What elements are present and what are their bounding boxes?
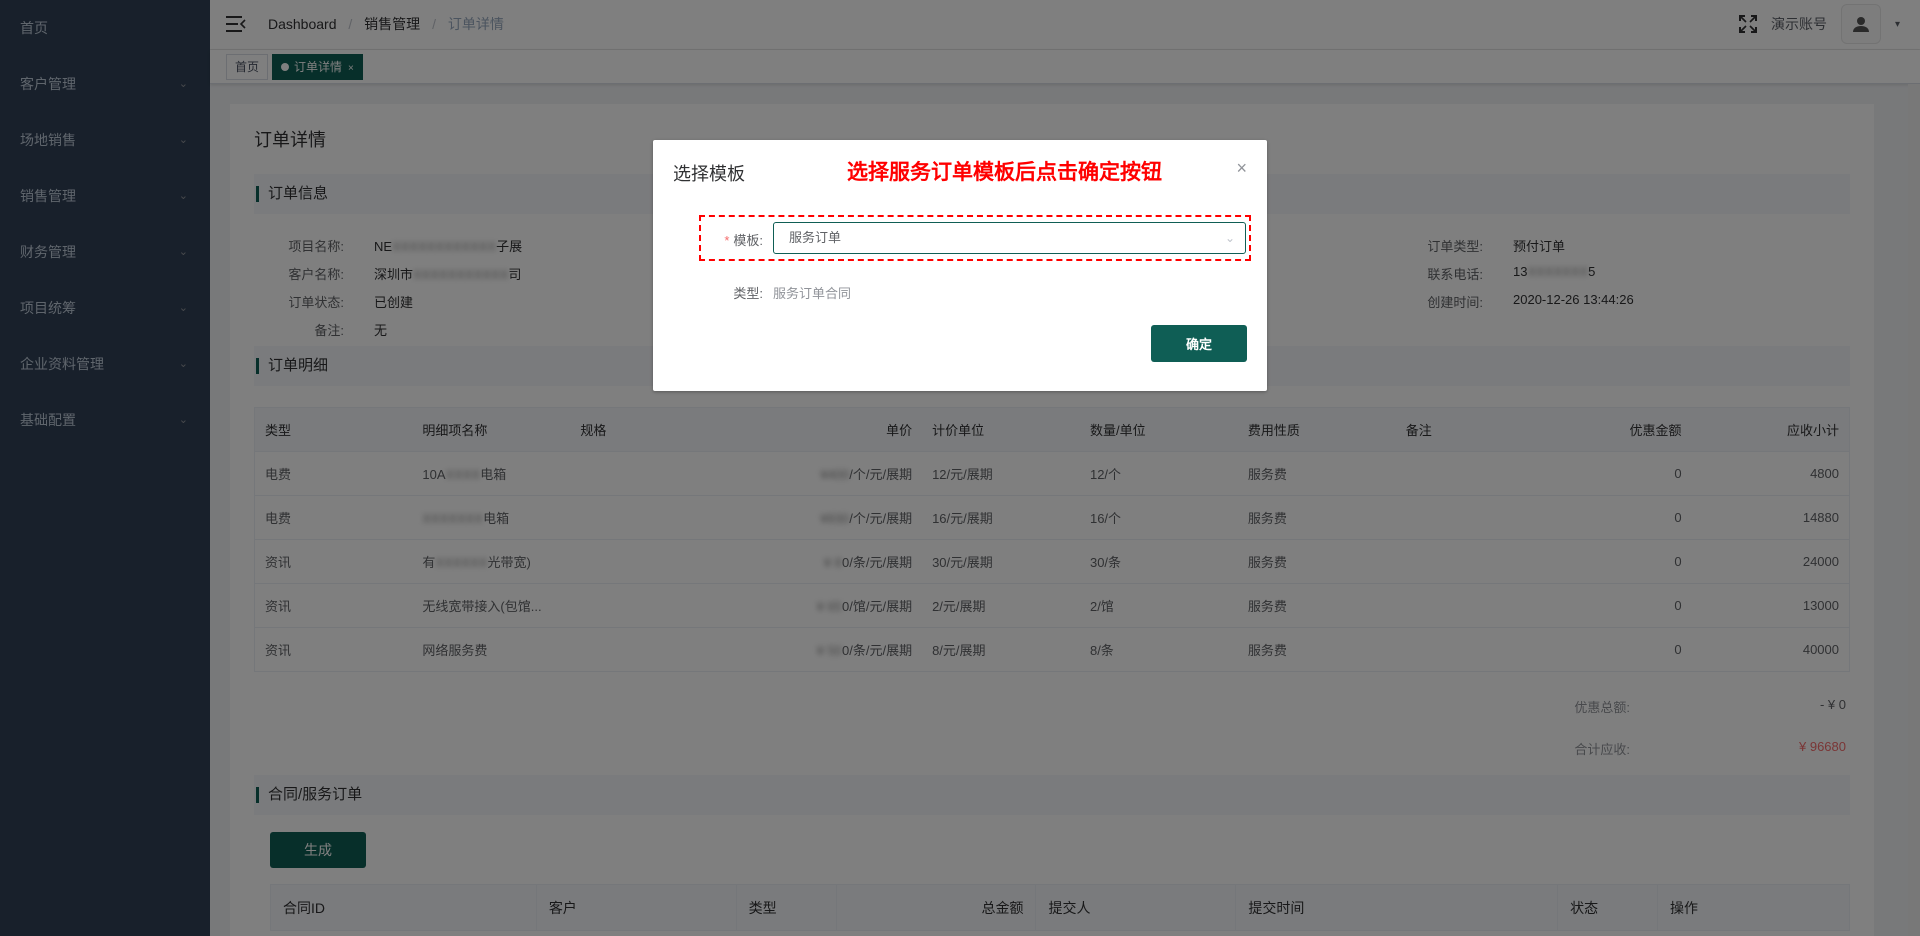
type-value: 服务订单合同 <box>773 286 852 301</box>
type-label: 类型: <box>733 286 763 301</box>
template-select[interactable]: 服务订单 ⌄ <box>773 222 1246 254</box>
instruction-annotation: 选择服务订单模板后点击确定按钮 <box>847 159 1162 184</box>
select-template-dialog: 选择模板 选择服务订单模板后点击确定按钮 × * 模板: 服务订单 ⌄ 类型: 服… <box>653 140 1267 391</box>
template-select-value: 服务订单 <box>789 230 842 245</box>
template-label: * 模板: <box>683 230 763 249</box>
template-label-text: 模板: <box>733 233 763 248</box>
dialog-title: 选择模板 <box>673 164 745 184</box>
chevron-down-icon: ⌄ <box>1224 231 1235 245</box>
required-mark: * <box>724 233 730 248</box>
confirm-button[interactable]: 确定 <box>1151 325 1247 362</box>
close-icon[interactable]: × <box>1236 158 1247 179</box>
